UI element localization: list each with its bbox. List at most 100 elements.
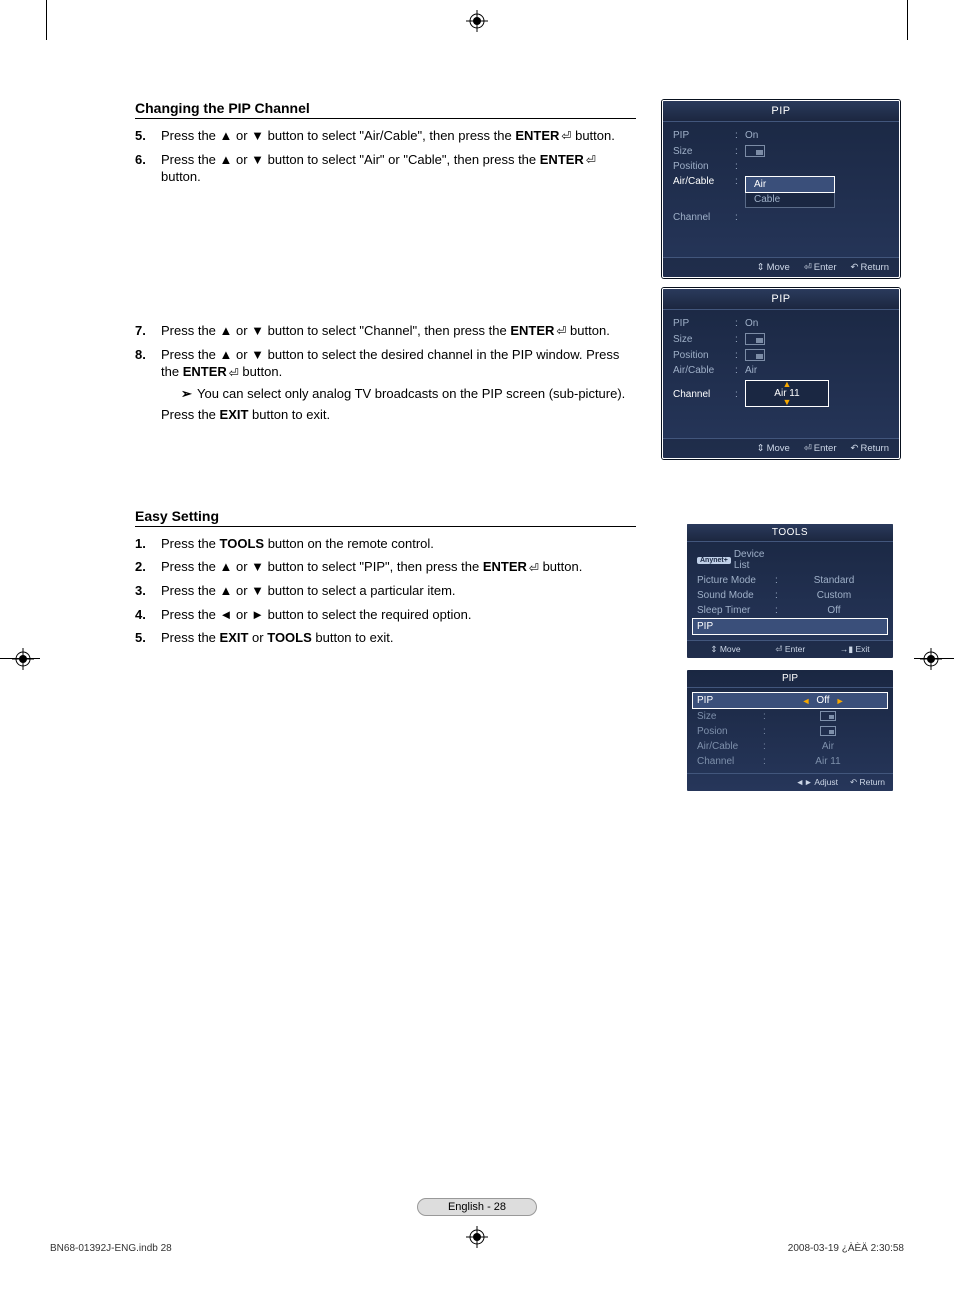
enter-icon: ⏎	[529, 560, 539, 576]
tools-row-sound-mode[interactable]: Sound Mode:Custom	[693, 588, 887, 603]
enter-icon: ⏎	[561, 128, 571, 144]
pip-sub-row-aircable[interactable]: Air/Cable:Air	[693, 739, 887, 754]
pip-sub-title: PIP	[687, 670, 893, 688]
step-text: Press the ▲ or ▼ button to select "Air/C…	[161, 127, 636, 145]
exit-line: Press the EXIT button to exit.	[161, 406, 636, 424]
tools-row-device-list[interactable]: Anynet+Device List	[693, 547, 887, 573]
section-heading-changing-pip: Changing the PIP Channel	[135, 100, 636, 119]
step-text: Press the ▲ or ▼ button to select "PIP",…	[161, 558, 636, 576]
step-6: 6. Press the ▲ or ▼ button to select "Ai…	[135, 151, 636, 186]
footer-left: BN68-01392J-ENG.indb 28	[50, 1243, 172, 1254]
osd-body: PIP:On Size: Position: Air/Cable: Air Ca…	[663, 122, 899, 257]
footer-line: BN68-01392J-ENG.indb 28 2008-03-19 ¿ÀÈÄ …	[50, 1243, 904, 1254]
osd-row-position: Position:	[673, 159, 889, 174]
step-text: Press the ▲ or ▼ button to select a part…	[161, 582, 636, 600]
size-icon	[745, 333, 765, 345]
step-number: 8.	[135, 346, 161, 424]
osd-row-aircable[interactable]: Air/Cable: Air Cable	[673, 174, 889, 210]
step-number: 2.	[135, 558, 161, 576]
step-number: 4.	[135, 606, 161, 624]
arrow-left-icon[interactable]: ◄	[802, 696, 811, 706]
tools-title: TOOLS	[687, 524, 893, 542]
osd-row-pip: PIP:On	[673, 128, 889, 143]
note-text: You can select only analog TV broadcasts…	[197, 385, 625, 403]
note-line: ➢ You can select only analog TV broadcas…	[181, 385, 636, 403]
pip-sub-row-size[interactable]: Size:	[693, 709, 887, 724]
osd-row-size: Size:	[673, 331, 889, 347]
step-number: 7.	[135, 322, 161, 340]
pip-sub-row-channel[interactable]: Channel:Air 11	[693, 754, 887, 769]
step: 2.Press the ▲ or ▼ button to select "PIP…	[135, 558, 636, 576]
hint-enter: ⏎Enter	[804, 443, 837, 454]
steps-list-b: 7. Press the ▲ or ▼ button to select "Ch…	[135, 322, 636, 424]
footer-right: 2008-03-19 ¿ÀÈÄ 2:30:58	[788, 1243, 904, 1254]
hint-move: ⇕Move	[757, 262, 790, 273]
size-icon	[745, 145, 765, 157]
registration-mark-icon	[466, 10, 488, 32]
hint-return: ↶ Return	[850, 777, 885, 788]
hint-return: ↶Return	[851, 262, 889, 273]
step: 5.Press the EXIT or TOOLS button to exit…	[135, 629, 636, 647]
step-number: 3.	[135, 582, 161, 600]
step-5: 5. Press the ▲ or ▼ button to select "Ai…	[135, 127, 636, 145]
osd-row-position: Position:	[673, 347, 889, 363]
dropdown-option-cable[interactable]: Cable	[746, 192, 834, 207]
enter-icon: ⏎	[556, 323, 566, 339]
osd-body: PIP:On Size: Position: Air/Cable:Air Cha…	[663, 310, 899, 438]
hint-move: ⇕Move	[757, 443, 790, 454]
dropdown-aircable[interactable]: Air Cable	[745, 176, 835, 208]
page-number-pill: English - 28	[417, 1198, 537, 1216]
easy-steps-list: 1.Press the TOOLS button on the remote c…	[135, 535, 636, 647]
step-number: 5.	[135, 127, 161, 145]
osd-panel-pip-aircable: PIP PIP:On Size: Position: Air/Cable: Ai…	[662, 100, 900, 278]
crop-mark	[907, 0, 908, 40]
osd-row-size: Size:	[673, 143, 889, 159]
pip-sub-row-pip[interactable]: PIP ◄ Off ►	[692, 692, 888, 709]
step-7: 7. Press the ▲ or ▼ button to select "Ch…	[135, 322, 636, 340]
hint-return: ↶Return	[851, 443, 889, 454]
dropdown-option-air[interactable]: Air	[745, 176, 835, 193]
pip-sub-row-posion[interactable]: Posion:	[693, 724, 887, 739]
step: 3.Press the ▲ or ▼ button to select a pa…	[135, 582, 636, 600]
note-bullet-icon: ➢	[181, 385, 197, 403]
step-text: Press the ◄ or ► button to select the re…	[161, 606, 636, 624]
crop-mark	[46, 0, 47, 40]
osd-panel-tools: TOOLS Anynet+Device List Picture Mode:St…	[686, 523, 894, 659]
step-text: Press the ▲ or ▼ button to select the de…	[161, 346, 636, 424]
osd-title: PIP	[663, 289, 899, 310]
osd-panel-pip-channel: PIP PIP:On Size: Position: Air/Cable:Air…	[662, 288, 900, 459]
hint-enter: ⏎Enter	[804, 262, 837, 273]
osd-panel-pip-easy: PIP PIP ◄ Off ► Size: Posion: Air/C	[686, 669, 894, 792]
step-number: 6.	[135, 151, 161, 186]
step: 4.Press the ◄ or ► button to select the …	[135, 606, 636, 624]
osd-row-aircable: Air/Cable:Air	[673, 363, 889, 378]
osd-row-channel[interactable]: Channel: ▲ Air 11 ▼	[673, 378, 889, 410]
step-8: 8. Press the ▲ or ▼ button to select the…	[135, 346, 636, 424]
tools-hints: ⇕ Move ⏎ Enter →▮ Exit	[687, 640, 893, 658]
registration-mark-icon	[12, 648, 34, 670]
enter-icon: ⏎	[229, 365, 239, 381]
osd-title: PIP	[663, 101, 899, 122]
step-number: 1.	[135, 535, 161, 553]
osd-row-pip: PIP:On	[673, 316, 889, 331]
channel-spinner[interactable]: ▲ Air 11 ▼	[745, 380, 829, 407]
position-icon	[820, 726, 836, 736]
step-text: Press the EXIT or TOOLS button to exit.	[161, 629, 636, 647]
hint-move: ⇕ Move	[710, 644, 740, 655]
tools-row-picture-mode[interactable]: Picture Mode:Standard	[693, 573, 887, 588]
step-text: Press the ▲ or ▼ button to select "Air" …	[161, 151, 636, 186]
pip-value: Off	[816, 695, 829, 706]
arrow-right-icon[interactable]: ►	[836, 696, 845, 706]
osd-hints: ⇕Move ⏎Enter ↶Return	[663, 438, 899, 458]
steps-list-a: 5. Press the ▲ or ▼ button to select "Ai…	[135, 127, 636, 186]
hint-enter: ⏎ Enter	[775, 644, 805, 655]
tools-row-pip-selected[interactable]: PIP	[692, 618, 888, 635]
osd-hints: ⇕Move ⏎Enter ↶Return	[663, 257, 899, 277]
pip-sub-body: PIP ◄ Off ► Size: Posion: Air/Cable:Air …	[687, 688, 893, 773]
hint-adjust: ◄► Adjust	[796, 777, 838, 788]
tools-row-sleep-timer[interactable]: Sleep Timer:Off	[693, 603, 887, 618]
arrow-down-icon[interactable]: ▼	[746, 399, 828, 406]
anynet-badge-icon: Anynet+	[697, 557, 731, 564]
enter-icon: ⏎	[586, 152, 596, 168]
pip-sub-hints: ◄► Adjust ↶ Return	[687, 773, 893, 791]
